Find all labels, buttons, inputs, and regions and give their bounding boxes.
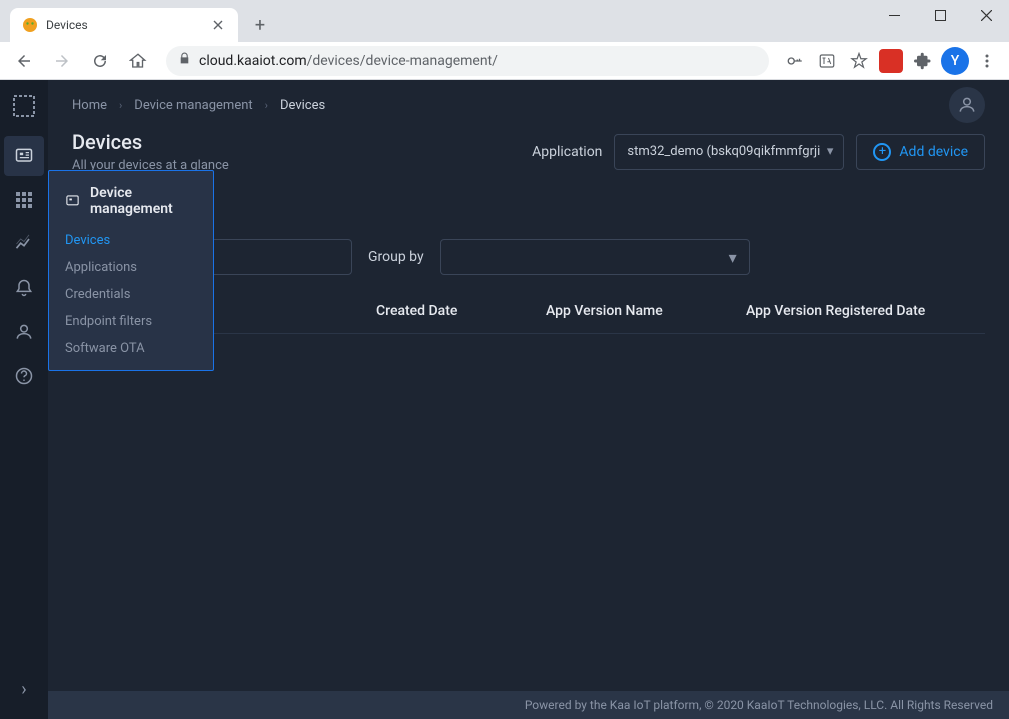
flyout-title: Device management	[49, 185, 213, 227]
user-menu-button[interactable]	[949, 87, 985, 123]
application-label: Application	[532, 144, 602, 160]
nav-back-button[interactable]	[8, 45, 40, 77]
new-tab-button[interactable]: +	[246, 11, 274, 39]
topbar: Home › Device management › Devices	[48, 80, 1009, 130]
column-app-version-registered-date[interactable]: App Version Registered Date	[746, 303, 925, 319]
lock-icon	[178, 52, 191, 69]
window-close[interactable]	[963, 0, 1009, 30]
sidebar-item-device-management[interactable]	[4, 136, 44, 176]
translate-icon[interactable]	[813, 47, 841, 75]
sidebar-flyout: Device management Devices Applications C…	[48, 170, 214, 371]
breadcrumb-device-management[interactable]: Device management	[134, 98, 252, 113]
sidebar-expand-button[interactable]: ›	[4, 669, 44, 709]
app-logo[interactable]	[12, 94, 36, 118]
browser-menu-button[interactable]	[973, 47, 1001, 75]
sidebar-item-notifications[interactable]	[4, 268, 44, 308]
extension-red-icon[interactable]	[877, 47, 905, 75]
tab-close-button[interactable]	[210, 17, 226, 33]
chevron-right-icon: ›	[119, 99, 122, 112]
breadcrumb: Home › Device management › Devices	[72, 98, 325, 113]
column-app-version-name[interactable]: App Version Name	[546, 303, 746, 319]
breadcrumb-devices: Devices	[280, 98, 325, 113]
sidebar: ›	[0, 80, 48, 719]
tab-title: Devices	[46, 18, 202, 32]
browser-toolbar: cloud.kaaiot.com/devices/device-manageme…	[0, 42, 1009, 80]
browser-titlebar: Devices +	[0, 0, 1009, 42]
url-text: cloud.kaaiot.com/devices/device-manageme…	[199, 53, 757, 69]
flyout-item-credentials[interactable]: Credentials	[49, 281, 213, 308]
group-by-label: Group by	[368, 249, 424, 265]
flyout-item-endpoint-filters[interactable]: Endpoint filters	[49, 308, 213, 335]
nav-home-button[interactable]	[122, 45, 154, 77]
column-created-date[interactable]: Created Date	[376, 303, 546, 319]
page-title: Devices	[72, 130, 229, 154]
breadcrumb-home[interactable]: Home	[72, 98, 107, 113]
sidebar-item-analytics[interactable]	[4, 224, 44, 264]
nav-forward-button[interactable]	[46, 45, 78, 77]
plus-circle-icon: +	[873, 143, 891, 161]
browser-tab[interactable]: Devices	[10, 8, 238, 42]
window-minimize[interactable]	[871, 0, 917, 30]
chevron-right-icon: ›	[265, 99, 268, 112]
extensions-icon[interactable]	[909, 47, 937, 75]
address-bar[interactable]: cloud.kaaiot.com/devices/device-manageme…	[166, 46, 769, 76]
sidebar-item-grid[interactable]	[4, 180, 44, 220]
add-device-button[interactable]: + Add device	[856, 134, 985, 170]
sidebar-item-help[interactable]	[4, 356, 44, 396]
group-by-select[interactable]: ▾	[440, 239, 750, 275]
key-icon[interactable]	[781, 47, 809, 75]
profile-avatar[interactable]: Y	[941, 47, 969, 75]
footer: Powered by the Kaa IoT platform, © 2020 …	[48, 691, 1009, 719]
flyout-item-applications[interactable]: Applications	[49, 254, 213, 281]
application-select[interactable]: stm32_demo (bskq09qikfmmfgrji	[614, 134, 844, 170]
app-root: › Device management Devices Applications…	[0, 80, 1009, 719]
tab-favicon	[22, 17, 38, 33]
star-icon[interactable]	[845, 47, 873, 75]
sidebar-item-account[interactable]	[4, 312, 44, 352]
flyout-item-software-ota[interactable]: Software OTA	[49, 335, 213, 362]
nav-reload-button[interactable]	[84, 45, 116, 77]
footer-text: Powered by the Kaa IoT platform, © 2020 …	[525, 698, 993, 712]
flyout-item-devices[interactable]: Devices	[49, 227, 213, 254]
window-maximize[interactable]	[917, 0, 963, 30]
